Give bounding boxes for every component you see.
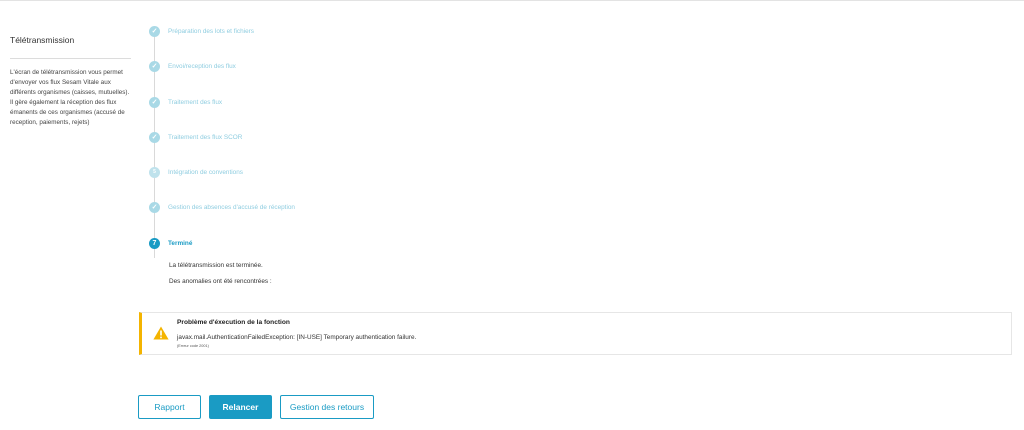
sidebar-divider — [10, 58, 131, 59]
alert-error-code: (Erreur code 2001) — [177, 344, 209, 348]
step-label: Traitement des flux — [168, 98, 223, 106]
step-traitement-scor: ✓ Traitement des flux SCOR — [149, 130, 242, 144]
relancer-button[interactable]: Relancer — [209, 395, 272, 419]
alert-title: Problème d'éxecution de la fonction — [177, 319, 290, 326]
check-icon: ✓ — [149, 201, 160, 213]
step-gestion-absences: ✓ Gestion des absences d'accusé de récep… — [149, 200, 295, 214]
step-label: Préparation des lots et fichiers — [168, 27, 254, 35]
check-icon: ✓ — [149, 60, 160, 72]
check-icon: ✓ — [149, 25, 160, 37]
result-line-2: Des anomalies ont été rencontrées : — [169, 278, 272, 285]
step-envoi: ✓ Envoi/reception des flux — [149, 59, 236, 73]
step-label: Envoi/reception des flux — [168, 62, 236, 70]
check-icon: ✓ — [149, 131, 160, 143]
result-line-1: La télétransmission est terminée. — [169, 262, 263, 269]
error-alert: Problème d'éxecution de la fonction java… — [139, 312, 1012, 355]
step-preparation: ✓ Préparation des lots et fichiers — [149, 24, 254, 38]
sidebar-title: Télétransmission — [10, 35, 75, 45]
step-number: 7 — [149, 237, 160, 249]
step-termine: 7 Terminé — [149, 236, 192, 250]
warning-icon — [153, 326, 169, 340]
check-icon: ✓ — [149, 96, 160, 108]
gestion-retours-button[interactable]: Gestion des retours — [280, 395, 374, 419]
step-number: 5 — [149, 166, 160, 178]
step-label: Traitement des flux SCOR — [168, 133, 243, 141]
rapport-button[interactable]: Rapport — [138, 395, 201, 419]
step-label: Intégration de conventions — [168, 168, 243, 176]
top-border — [0, 0, 1024, 1]
step-label: Gestion des absences d'accusé de récepti… — [168, 203, 295, 211]
alert-message: javax.mail.AuthenticationFailedException… — [177, 334, 417, 341]
sidebar-description: L'écran de télétransmission vous permet … — [10, 69, 130, 126]
step-integration: 5 Intégration de conventions — [149, 165, 243, 179]
step-traitement: ✓ Traitement des flux — [149, 95, 222, 109]
step-label: Terminé — [168, 239, 193, 247]
